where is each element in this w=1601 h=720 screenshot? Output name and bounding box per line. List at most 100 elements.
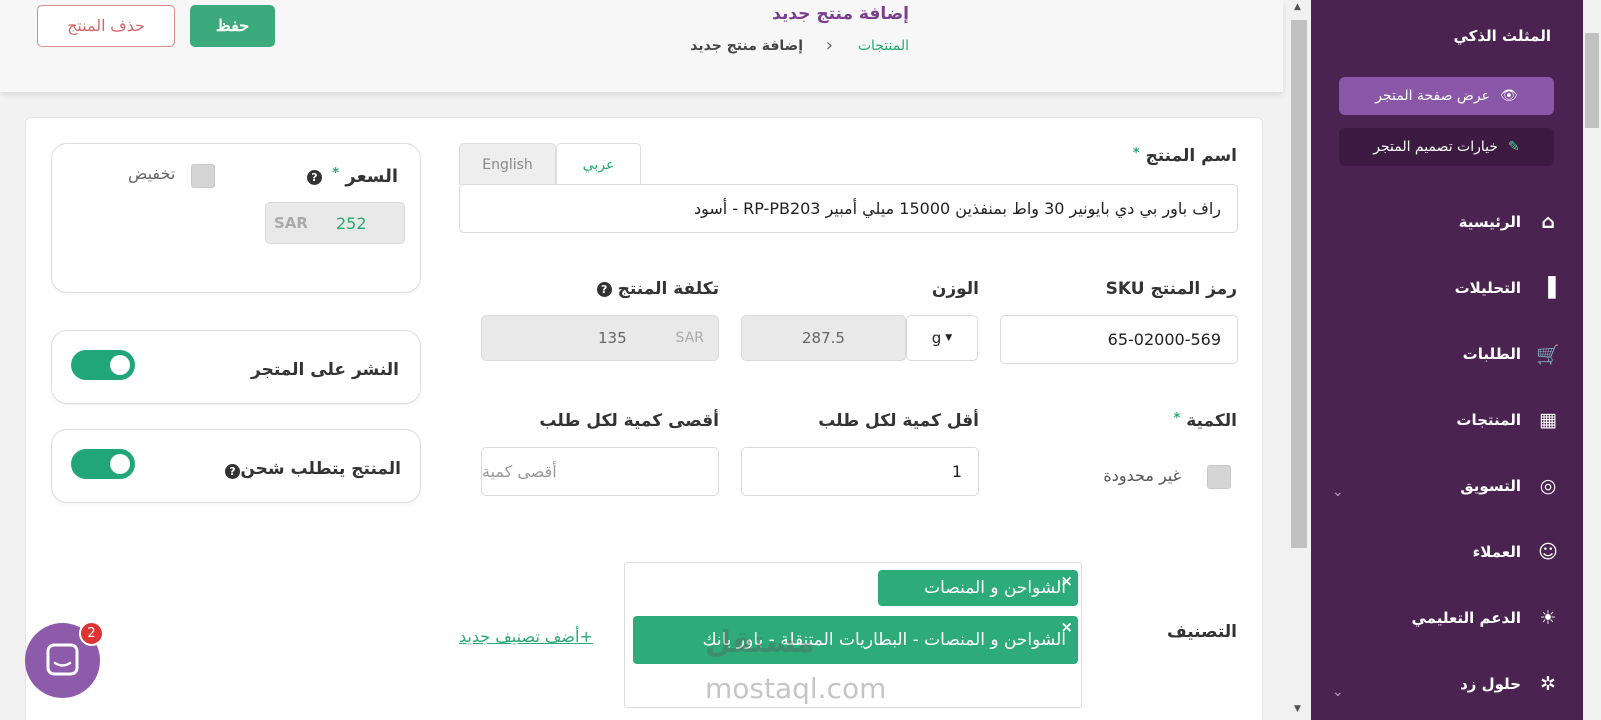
breadcrumb-products-link[interactable]: المنتجات — [858, 38, 909, 54]
sidebar-item-label: حلول زد — [1460, 675, 1521, 693]
lightbulb-icon: ☀ — [1539, 607, 1557, 629]
notification-badge: 2 — [79, 621, 104, 646]
bar-chart-icon: ▐ — [1540, 277, 1556, 299]
sidebar-item-label: الرئيسية — [1458, 213, 1521, 231]
tab-english[interactable]: English — [459, 143, 556, 185]
sidebar-item-zid-solutions[interactable]: ✲ حلول زد — [1361, 669, 1561, 699]
discount-label: تخفيض — [128, 164, 176, 183]
shipping-toggle[interactable] — [71, 449, 135, 479]
sidebar-item-learning[interactable]: ☀ الدعم التعليمي — [1361, 603, 1561, 633]
sidebar-item-label: التحليلات — [1454, 279, 1521, 297]
chevron-down-icon[interactable]: ⌄ — [1332, 484, 1344, 500]
price-label: السعر * — [332, 166, 398, 187]
sidebar-item-marketing[interactable]: ◎ التسويق — [1361, 471, 1561, 501]
sku-label: رمز المنتج SKU — [1105, 279, 1237, 299]
max-quantity-input[interactable]: أقصى كمية — [481, 447, 719, 496]
close-icon[interactable]: × — [1060, 572, 1073, 590]
cost-label-text: تكلفة المنتج — [617, 279, 719, 299]
help-icon[interactable]: ? — [225, 464, 240, 479]
product-name-input[interactable]: راف باور بي دي بايونير 30 واط بمنفذين 15… — [459, 184, 1238, 233]
unlimited-quantity-label: غير محدودة — [1103, 466, 1181, 485]
target-icon: ◎ — [1539, 475, 1557, 497]
quantity-label-text: الكمية — [1186, 411, 1237, 431]
toggle-knob — [110, 355, 130, 375]
view-store-button[interactable]: 👁 عرض صفحة المتجر — [1339, 77, 1554, 115]
shipping-label: المنتج يتطلب شحن — [240, 459, 401, 479]
sidebar-item-analytics[interactable]: ▐ التحليلات — [1361, 273, 1561, 303]
category-label: التصنيف — [1166, 622, 1237, 642]
watermark-logo: مستقل — [705, 625, 815, 660]
category-tag-label: الشواحن و المنصات — [924, 578, 1066, 598]
price-currency: SAR — [274, 214, 308, 232]
scrollbar-thumb[interactable] — [1585, 33, 1599, 128]
publish-toggle[interactable] — [71, 350, 135, 380]
cost-value: 135 — [598, 329, 627, 347]
delete-product-button[interactable]: حذف المنتج — [37, 5, 175, 47]
sidebar-item-label: التسويق — [1460, 477, 1521, 495]
page-header: إضافة منتج جديد المنتجات › إضافة منتج جد… — [0, 0, 1283, 92]
store-design-button[interactable]: ✎ خيارات تصميم المتجر — [1339, 128, 1554, 166]
main-scrollbar[interactable]: ▲ ▼ — [1289, 0, 1309, 720]
min-quantity-input[interactable]: 1 — [741, 447, 979, 496]
category-tag: الشواحن و المنصات - البطاريات المتنقلة -… — [633, 616, 1078, 664]
discount-checkbox[interactable] — [191, 164, 215, 188]
page-title: إضافة منتج جديد — [772, 4, 909, 24]
home-icon: ⌂ — [1541, 211, 1555, 233]
watermark-url: mostaql.com — [705, 672, 887, 705]
sidebar-scrollbar[interactable] — [1583, 0, 1601, 720]
cart-icon: 🛒 — [1536, 343, 1560, 366]
cost-input[interactable]: 135 SAR — [481, 315, 719, 361]
product-name-label: اسم المنتج * — [1133, 146, 1237, 166]
close-icon[interactable]: × — [1060, 618, 1073, 636]
view-store-label: عرض صفحة المتجر — [1375, 88, 1490, 104]
save-button[interactable]: حفظ — [190, 5, 275, 47]
price-input[interactable]: 252 SAR — [265, 202, 405, 244]
sku-input[interactable]: 65-02000-569 — [1000, 315, 1238, 364]
toggle-knob — [110, 454, 130, 474]
required-mark: * — [332, 166, 340, 181]
quantity-label: الكمية * — [1174, 411, 1237, 431]
sidebar-item-products[interactable]: ▦ المنتجات — [1361, 405, 1561, 435]
scroll-down-icon[interactable]: ▼ — [1294, 704, 1301, 714]
help-icon[interactable]: ? — [596, 281, 612, 297]
breadcrumb-separator: › — [825, 35, 833, 56]
sidebar-item-home[interactable]: ⌂ الرئيسية — [1361, 207, 1561, 237]
breadcrumb-current: إضافة منتج جديد — [690, 38, 803, 54]
help-icon[interactable]: ? — [307, 170, 322, 185]
category-tag: الشواحن و المنصات × — [878, 570, 1078, 606]
brand-name: المثلث الذكي — [1453, 27, 1551, 45]
weight-input[interactable]: 287.5 — [741, 315, 906, 361]
chevron-down-icon: ▼ — [945, 333, 953, 343]
max-quantity-label: أقصى كمية لكل طلب — [539, 411, 719, 431]
cost-currency: SAR — [675, 330, 704, 346]
chevron-down-icon[interactable]: ⌄ — [1332, 684, 1344, 700]
sidebar-item-customers[interactable]: ☺ العملاء — [1361, 537, 1561, 567]
min-quantity-label: أقل كمية لكل طلب — [818, 411, 979, 431]
sidebar-item-label: المنتجات — [1456, 411, 1521, 429]
scrollbar-thumb[interactable] — [1291, 20, 1307, 548]
pencil-icon: ✎ — [1508, 139, 1520, 155]
add-category-link[interactable]: +أضف تصنيف جديد — [459, 627, 593, 646]
sidebar-item-label: الدعم التعليمي — [1411, 609, 1521, 627]
publish-label: النشر على المتجر — [251, 360, 399, 380]
required-mark: * — [1132, 146, 1140, 161]
cost-label: تكلفة المنتج ? — [596, 279, 719, 299]
user-icon: ☺ — [1538, 541, 1558, 563]
grid-icon: ▦ — [1539, 409, 1557, 431]
gear-icon: ✲ — [1540, 673, 1556, 695]
sidebar-item-orders[interactable]: 🛒 الطلبات — [1361, 339, 1561, 369]
sidebar-item-label: العملاء — [1472, 543, 1521, 561]
weight-label: الوزن — [931, 279, 979, 299]
tab-arabic[interactable]: عربي — [556, 143, 641, 186]
sidebar-item-label: الطلبات — [1462, 345, 1521, 363]
product-name-label-text: اسم المنتج — [1145, 146, 1237, 166]
store-design-label: خيارات تصميم المتجر — [1373, 139, 1499, 155]
weight-unit-select[interactable]: g ▼ — [906, 315, 978, 361]
eye-icon: 👁 — [1499, 88, 1518, 104]
unlimited-quantity-checkbox[interactable] — [1207, 465, 1231, 489]
weight-unit-value: g — [931, 329, 942, 347]
scroll-up-icon[interactable]: ▲ — [1294, 2, 1301, 12]
price-value: 252 — [336, 213, 367, 233]
price-label-text: السعر — [345, 166, 398, 187]
required-mark: * — [1173, 411, 1181, 426]
